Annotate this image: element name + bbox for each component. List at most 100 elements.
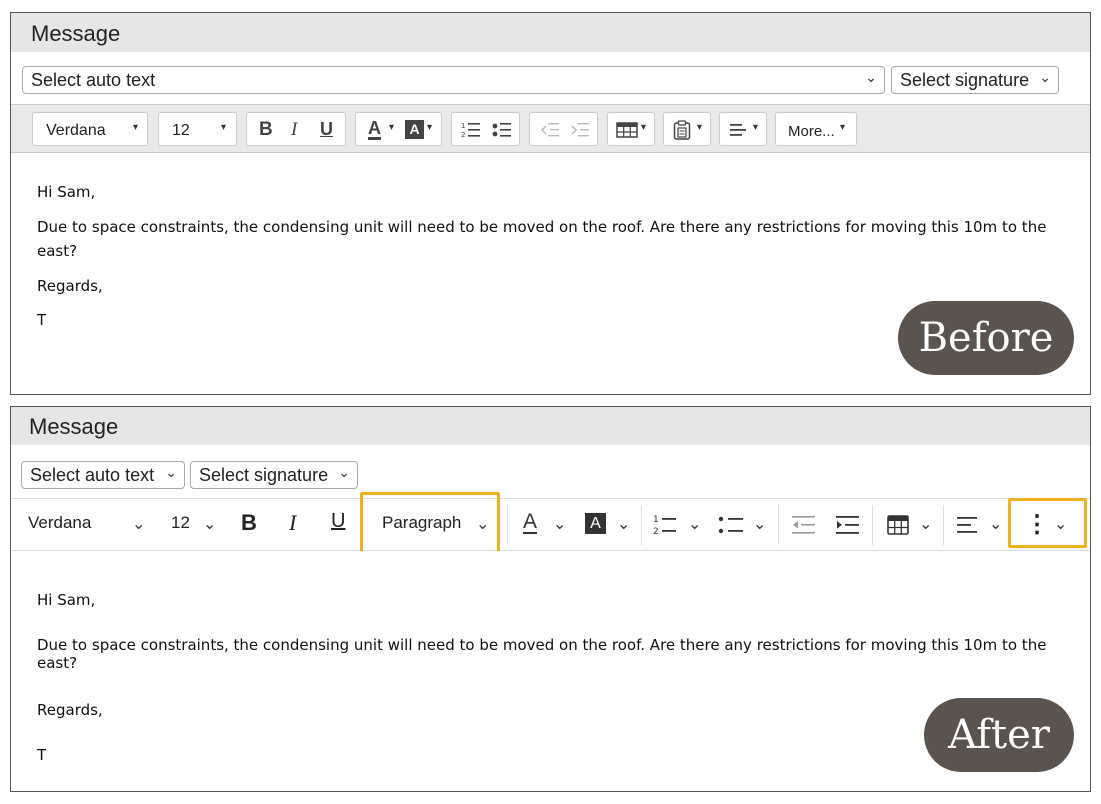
text-color-icon: A (368, 118, 381, 140)
caret-down-icon: ▾ (427, 122, 433, 133)
align-button[interactable]: ▾ (719, 112, 767, 146)
clipboard-icon (673, 120, 691, 140)
svg-text:2: 2 (461, 131, 465, 139)
table-button[interactable]: ▾ (607, 112, 655, 146)
signature-select-label: Select signature (199, 465, 329, 485)
auto-text-select-label: Select auto text (30, 465, 155, 485)
panel-title: Message (31, 21, 121, 46)
more-options-highlight-box (1008, 498, 1087, 548)
background-color-button[interactable]: A ▾ (402, 117, 438, 143)
chevron-down-icon[interactable]: ⌄ (919, 514, 932, 534)
font-size-label: 12 (172, 122, 190, 139)
text-color-button[interactable]: A ▾ (364, 117, 398, 143)
caret-down-icon: ▾ (697, 122, 703, 133)
svg-text:1: 1 (653, 515, 659, 525)
formatting-toolbar: Verdana ▾ 12 ▾ B I U A ▾ A ▾ 1 2 ▾ ▾ ▾ M… (11, 104, 1090, 153)
chevron-down-icon[interactable]: ⌄ (688, 514, 701, 534)
numbered-list-icon[interactable]: 1 2 (653, 514, 677, 536)
panel-header: Message (11, 407, 1090, 445)
caret-down-icon: ▾ (133, 122, 139, 133)
panel-header: Message (11, 13, 1090, 52)
auto-text-select[interactable]: Select auto text ⌄ (21, 461, 185, 489)
font-family-dropdown[interactable]: Verdana (28, 513, 91, 533)
chevron-down-icon: ⌄ (865, 69, 877, 85)
toolbar-divider (778, 505, 779, 545)
background-color-icon[interactable]: A (585, 513, 606, 534)
numbered-list-icon[interactable]: 1 2 (461, 121, 481, 139)
svg-text:2: 2 (653, 527, 659, 536)
formatting-toolbar: Verdana ⌄ 12 ⌄ B I U Paragraph ⌄ A ⌄ A ⌄… (11, 492, 1090, 555)
body-line-greeting: Hi Sam, (37, 183, 96, 201)
body-line-closing: Regards, (37, 277, 103, 295)
more-button[interactable]: More... ▾ (775, 112, 857, 146)
signature-select[interactable]: Select signature ⌄ (891, 66, 1059, 94)
outdent-icon[interactable] (540, 121, 560, 139)
indent-icon[interactable] (570, 121, 590, 139)
chevron-down-icon[interactable]: ⌄ (132, 514, 145, 534)
toolbar-divider (507, 505, 508, 545)
select-row: Select auto text ⌄ Select signature ⌄ (11, 52, 1090, 104)
font-size-dropdown[interactable]: 12 ▾ (158, 112, 237, 146)
message-panel-after: Message Select auto text ⌄ Select signat… (10, 406, 1091, 792)
message-body-editor[interactable]: Hi Sam, Due to space constraints, the co… (11, 551, 1090, 791)
signature-select[interactable]: Select signature ⌄ (190, 461, 358, 489)
outdent-icon[interactable] (792, 514, 816, 536)
paragraph-highlight-box (360, 492, 500, 555)
align-left-icon (730, 124, 746, 136)
bullet-list-icon[interactable] (718, 514, 744, 536)
font-family-label: Verdana (46, 122, 106, 139)
auto-text-select[interactable]: Select auto text ⌄ (22, 66, 885, 94)
indent-group (529, 112, 598, 146)
body-line-greeting: Hi Sam, (37, 591, 96, 609)
table-icon (616, 122, 638, 138)
indent-icon[interactable] (836, 514, 860, 536)
toolbar-divider (641, 505, 642, 545)
underline-button[interactable]: U (320, 119, 333, 140)
chevron-down-icon: ⌄ (338, 464, 350, 480)
before-label-badge: Before (898, 301, 1074, 375)
color-group: A ▾ A ▾ (355, 112, 442, 146)
toolbar-divider (872, 505, 873, 545)
chevron-down-icon: ⌄ (1039, 69, 1051, 85)
table-icon[interactable] (887, 515, 909, 535)
chevron-down-icon[interactable]: ⌄ (617, 514, 630, 534)
bold-button[interactable]: B (241, 510, 257, 536)
list-group: 1 2 (451, 112, 520, 146)
toolbar-divider (943, 505, 944, 545)
message-panel-before: Message Select auto text ⌄ Select signat… (10, 12, 1091, 395)
underline-button[interactable]: U (331, 510, 345, 533)
after-label-badge: After (924, 698, 1074, 772)
bold-button[interactable]: B (259, 119, 273, 141)
svg-text:1: 1 (461, 122, 465, 130)
auto-text-select-label: Select auto text (31, 70, 156, 90)
bullet-list-icon[interactable] (492, 121, 512, 139)
align-left-icon[interactable] (957, 516, 979, 534)
caret-down-icon: ▾ (641, 122, 647, 133)
select-row: Select auto text ⌄ Select signature ⌄ (11, 445, 1090, 497)
background-color-icon: A (405, 120, 424, 139)
caret-down-icon: ▾ (753, 122, 759, 133)
caret-down-icon: ▾ (221, 122, 227, 133)
body-line-signoff: T (37, 746, 47, 764)
chevron-down-icon[interactable]: ⌄ (203, 514, 216, 534)
signature-select-label: Select signature (900, 70, 1030, 90)
panel-title: Message (29, 414, 119, 439)
chevron-down-icon[interactable]: ⌄ (753, 514, 766, 534)
chevron-down-icon[interactable]: ⌄ (553, 514, 566, 534)
more-button-label: More... (788, 123, 835, 140)
caret-down-icon: ▾ (840, 122, 846, 133)
paste-button[interactable]: ▾ (663, 112, 711, 146)
body-line-paragraph: Due to space constraints, the condensing… (37, 218, 1047, 260)
italic-button[interactable]: I (289, 510, 296, 536)
message-body-editor[interactable]: Hi Sam, Due to space constraints, the co… (11, 154, 1090, 394)
font-size-dropdown[interactable]: 12 (171, 513, 190, 533)
text-color-icon[interactable]: A (523, 511, 538, 534)
font-family-dropdown[interactable]: Verdana ▾ (32, 112, 148, 146)
body-line-paragraph: Due to space constraints, the condensing… (37, 636, 1047, 672)
italic-button[interactable]: I (291, 119, 297, 141)
text-style-group: B I U (246, 112, 346, 146)
chevron-down-icon[interactable]: ⌄ (989, 514, 1002, 534)
chevron-down-icon: ⌄ (165, 464, 177, 480)
body-line-closing: Regards, (37, 701, 103, 719)
caret-down-icon: ▾ (389, 122, 395, 133)
